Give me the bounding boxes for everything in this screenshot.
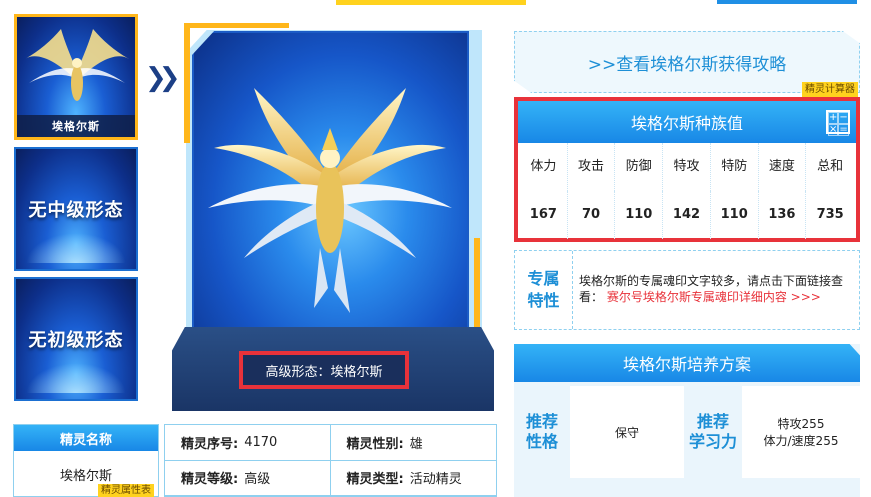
spirit-attribute-table-tag[interactable]: 精灵属性表 [98, 484, 154, 497]
recommended-nature-value: 保守 [570, 386, 684, 478]
stat-header-sp-defense: 特防 [711, 143, 759, 191]
base-stats-title: 埃格尔斯种族值 [630, 114, 743, 133]
form-caption: 高级形态：埃格尔斯 [239, 351, 409, 389]
stat-header-defense: 防御 [615, 143, 664, 191]
thumbnail-label: 埃格尔斯 [17, 115, 135, 137]
stat-header-sp-attack: 特攻 [663, 143, 711, 191]
info-number-value: 4170 [244, 434, 278, 450]
stat-value-sp-defense: 110 [711, 191, 759, 239]
exclusive-trait-panel: 专属 特性 埃格尔斯的专属魂印文字较多，请点击下面链接查看： 赛尔号埃格尔斯专属… [514, 250, 860, 330]
info-number-label: 精灵序号: [181, 436, 239, 452]
exclusive-trait-label: 专属 特性 [515, 251, 573, 329]
thumbnail-label: 无初级形态 [28, 330, 124, 351]
training-plan-row: 推荐 性格 保守 推荐 学习力 特攻255 体力/速度255 [514, 386, 860, 478]
thumbnail-glow [26, 233, 126, 263]
exclusive-trait-detail-link[interactable]: 赛尔号埃格尔斯专属魂印详细内容 >>> [607, 290, 821, 304]
info-level-value: 高级 [244, 472, 271, 488]
info-number: 精灵序号: 4170 [165, 425, 331, 461]
double-chevron-right-icon: ❯❯ [145, 63, 180, 93]
recommended-nature-label: 推荐 性格 [514, 386, 570, 478]
top-decor-bar [336, 0, 526, 5]
thumbnail-advanced-form[interactable]: 埃格尔斯 [14, 14, 138, 140]
stat-header-speed: 速度 [759, 143, 807, 191]
base-stats-header: 埃格尔斯种族值 + − × = [518, 101, 856, 143]
spirit-info-table: 精灵序号: 4170 精灵性别: 雄 精灵等级: 高级 精灵类型: 活动精灵 [164, 424, 497, 497]
info-type-label: 精灵类型: [346, 472, 404, 488]
training-plan-panel: 埃格尔斯培养方案 推荐 性格 保守 推荐 学习力 特攻255 体力/速度255 [514, 344, 860, 497]
recommended-training-label-line2: 学习力 [688, 432, 737, 451]
frame-corner-accent [184, 23, 190, 143]
top-decor-bar-blue [717, 0, 857, 4]
thumbnail-glow [26, 363, 126, 393]
calculator-icon[interactable]: + − × = [826, 110, 850, 136]
base-stats-grid: 体力 攻击 防御 特攻 特防 速度 总和 167 70 110 142 110 … [520, 143, 854, 239]
exclusive-trait-label-line1: 专属 [527, 269, 560, 288]
stat-header-total: 总和 [817, 159, 844, 174]
creature-thumbnail-art [25, 29, 129, 101]
thumbnail-label: 无中级形态 [28, 200, 124, 221]
stat-value-speed: 136 [759, 191, 807, 239]
info-gender-value: 雄 [409, 436, 423, 452]
info-level-label: 精灵等级: [181, 472, 239, 488]
stat-value-hp: 167 [520, 191, 568, 239]
recommended-training-value: 特攻255 体力/速度255 [742, 386, 860, 478]
frame-corner-accent [184, 23, 289, 28]
stat-value-attack: 70 [568, 191, 616, 239]
training-value-line1: 特攻255 [777, 417, 825, 431]
exclusive-trait-label-line2: 特性 [527, 291, 560, 310]
info-gender-label: 精灵性别: [346, 436, 404, 452]
frame-corner-accent [474, 238, 480, 338]
recommended-nature-label-line2: 性格 [525, 432, 558, 451]
info-level: 精灵等级: 高级 [165, 460, 331, 496]
base-stats-panel: 埃格尔斯种族值 + − × = 体力 攻击 防御 特攻 特防 速度 总和 167 70… [514, 97, 860, 242]
info-gender: 精灵性别: 雄 [330, 425, 496, 461]
info-type-value: 活动精灵 [409, 472, 462, 488]
stat-value-defense: 110 [615, 191, 664, 239]
stat-header-attack: 攻击 [568, 143, 616, 191]
recommended-training-label-line1: 推荐 [696, 412, 729, 431]
training-value-line2: 体力/速度255 [763, 434, 839, 448]
training-plan-title: 埃格尔斯培养方案 [514, 344, 860, 382]
exclusive-trait-text: 埃格尔斯的专属魂印文字较多，请点击下面链接查看： 赛尔号埃格尔斯专属魂印详细内容… [579, 273, 859, 305]
stat-value-sp-attack: 142 [663, 191, 711, 239]
spirit-name-header: 精灵名称 [14, 425, 158, 451]
info-type: 精灵类型: 活动精灵 [330, 461, 496, 496]
stat-value-total: 735 [816, 207, 844, 222]
creature-art [208, 88, 452, 313]
thumbnail-mid-form[interactable]: 无中级形态 [14, 147, 138, 271]
main-image-frame: 高级形态：埃格尔斯 [172, 18, 494, 411]
spirit-calculator-tag[interactable]: 精灵计算器 [802, 82, 858, 98]
recommended-training-label: 推荐 学习力 [684, 386, 742, 478]
thumbnail-initial-form[interactable]: 无初级形态 [14, 277, 138, 401]
recommended-nature-label-line1: 推荐 [525, 412, 558, 431]
stat-header-hp: 体力 [520, 143, 568, 191]
